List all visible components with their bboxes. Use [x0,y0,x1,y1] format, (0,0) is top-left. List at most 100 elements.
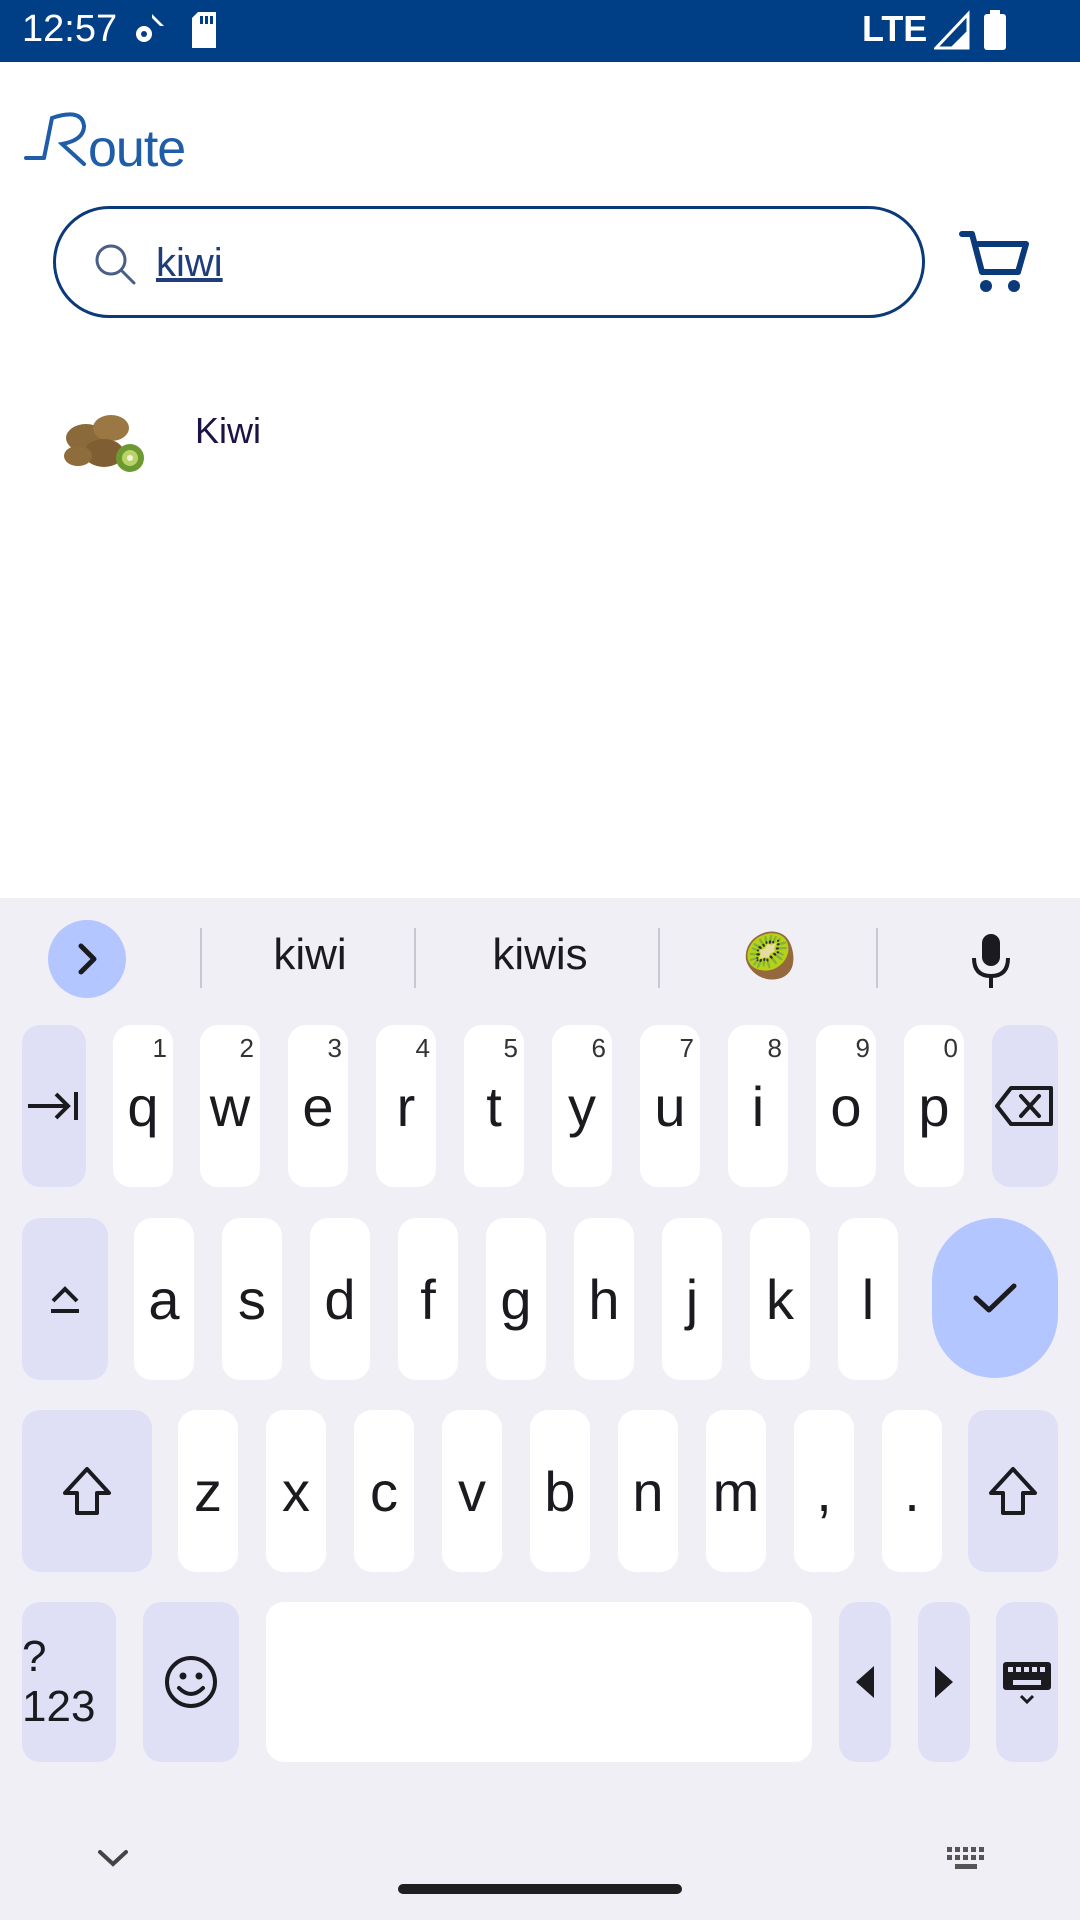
triangle-left-icon [856,1666,874,1698]
key-number-hint: 0 [943,1033,958,1063]
settings-sync-icon [136,14,164,42]
key-g[interactable]: g [486,1218,546,1380]
kiwi-product-image [64,415,144,472]
suggestion-divider [876,928,878,988]
search-result-item[interactable]: Kiwi [0,380,1080,480]
suggestion-2[interactable]: kiwis [420,930,660,980]
cursor-right-key[interactable] [918,1602,970,1762]
key-letter: w [209,1074,251,1138]
suggestion-1[interactable]: kiwi [210,930,410,980]
home-indicator[interactable] [398,1884,682,1894]
key-u[interactable]: 7u [640,1025,700,1187]
suggestion-expand-button[interactable] [48,920,126,998]
key-q[interactable]: 1q [113,1025,173,1187]
key-letter: g [500,1267,532,1331]
key-letter: a [148,1267,180,1331]
key-m[interactable]: m [706,1410,766,1572]
key-letter: l [861,1267,875,1331]
keyboard-switch-key[interactable] [996,1602,1058,1762]
keyboard-icon [1003,1662,1051,1705]
key-v[interactable]: v [442,1410,502,1572]
key-letter: t [486,1074,502,1138]
key-number-hint: 5 [503,1033,518,1063]
shift-key-left[interactable] [22,1410,152,1572]
key-a[interactable]: a [134,1218,194,1380]
key-n[interactable]: n [618,1410,678,1572]
key-letter: . [904,1459,920,1523]
signal-icon [934,10,970,50]
key-letter: v [458,1459,486,1523]
key-number-hint: 6 [591,1033,606,1063]
key-i[interactable]: 8i [728,1025,788,1187]
symbols-label: ?123 [22,1632,96,1731]
status-time: 12:57 [22,8,118,50]
caps-lock-key[interactable] [22,1218,108,1380]
key-letter: s [238,1267,266,1331]
key-letter: x [282,1459,310,1523]
status-bar: 12:57 LTE [0,0,1080,62]
suggestion-divider [658,928,660,988]
key-r[interactable]: 4r [376,1025,436,1187]
cursor-left-key[interactable] [839,1602,891,1762]
key-h[interactable]: h [574,1218,634,1380]
checkmark-icon [973,1283,1017,1313]
key-j[interactable]: j [662,1218,722,1380]
key-t[interactable]: 5t [464,1025,524,1187]
key-comma[interactable]: , [794,1410,854,1572]
key-number-hint: 3 [327,1033,342,1063]
route-logo: oute [24,112,186,178]
key-letter: j [685,1267,699,1331]
enter-key[interactable] [932,1218,1058,1378]
key-z[interactable]: z [178,1410,238,1572]
cart-icon[interactable] [958,226,1030,298]
search-bar[interactable] [53,206,925,318]
shift-key-right[interactable] [968,1410,1058,1572]
key-l[interactable]: l [838,1218,898,1380]
key-b[interactable]: b [530,1410,590,1572]
key-w[interactable]: 2w [200,1025,260,1187]
key-p[interactable]: 0p [904,1025,964,1187]
triangle-right-icon [935,1666,953,1698]
result-label: Kiwi [195,410,262,451]
key-letter: h [588,1267,620,1331]
key-f[interactable]: f [398,1218,458,1380]
key-y[interactable]: 6y [552,1025,612,1187]
microphone-icon[interactable] [966,930,1016,990]
suggestion-emoji[interactable]: 🥝 [700,930,840,982]
shift-icon [989,1467,1037,1515]
search-input[interactable] [156,235,856,291]
suggestion-divider [414,928,416,988]
key-o[interactable]: 9o [816,1025,876,1187]
key-letter: y [568,1074,596,1138]
key-letter: u [654,1074,686,1138]
key-c[interactable]: c [354,1410,414,1572]
chevron-right-icon [78,943,97,975]
keyboard-small-icon[interactable] [946,1846,988,1872]
emoji-key[interactable] [143,1602,239,1762]
key-letter: m [712,1459,760,1523]
backspace-key[interactable] [992,1025,1058,1187]
network-type: LTE [862,8,928,49]
key-e[interactable]: 3e [288,1025,348,1187]
key-letter: f [420,1267,436,1331]
space-key[interactable] [266,1602,812,1762]
key-letter: r [396,1074,416,1138]
key-s[interactable]: s [222,1218,282,1380]
key-letter: c [370,1459,398,1523]
key-x[interactable]: x [266,1410,326,1572]
key-period[interactable]: . [882,1410,942,1572]
key-letter: b [544,1459,576,1523]
svg-text:oute: oute [88,120,185,178]
key-letter: d [324,1267,356,1331]
key-number-hint: 7 [679,1033,694,1063]
key-letter: n [632,1459,664,1523]
key-number-hint: 8 [767,1033,782,1063]
key-letter: z [194,1459,222,1523]
battery-icon [984,10,1006,50]
key-d[interactable]: d [310,1218,370,1380]
chevron-down-icon[interactable] [96,1846,130,1870]
tab-key[interactable] [22,1025,86,1187]
symbols-key[interactable]: ?123 [22,1602,116,1762]
key-letter: p [918,1074,950,1138]
key-k[interactable]: k [750,1218,810,1380]
